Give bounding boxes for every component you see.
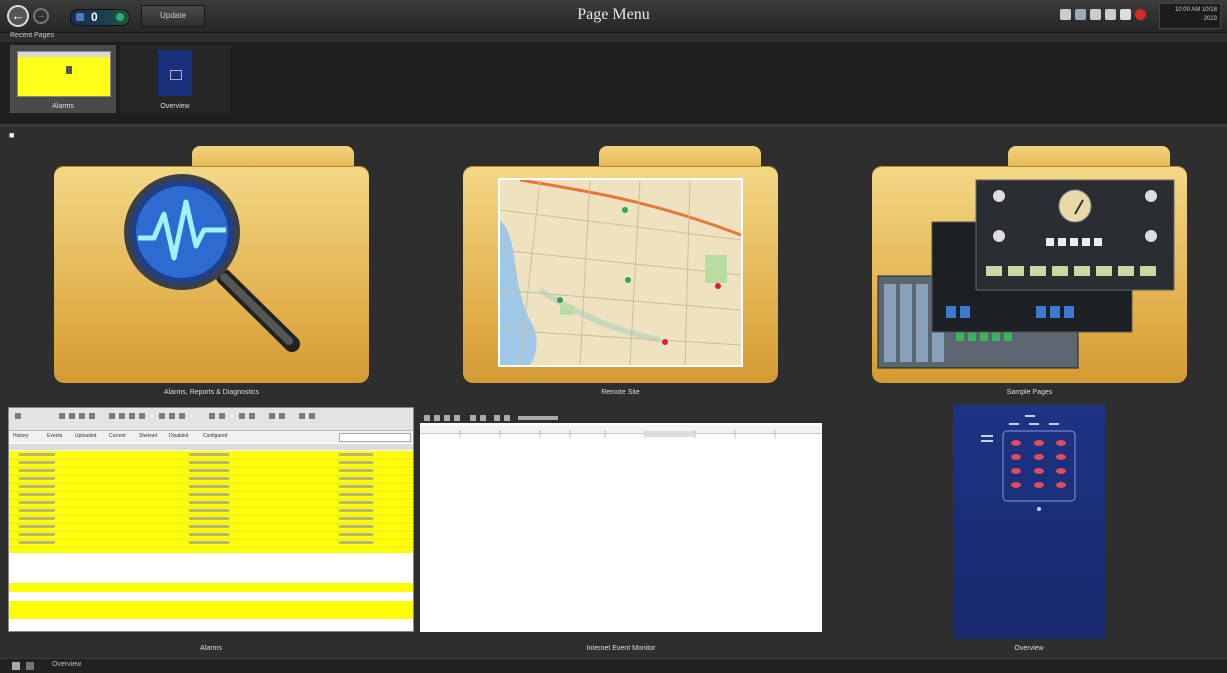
grid-view-icon[interactable] [12,662,20,670]
tab-events[interactable]: Events [47,433,62,439]
folder-label: Alarms, Reports & Diagnostics [164,389,259,396]
control-panel-icon [877,179,1175,369]
recent-item-overview[interactable]: Overview [120,45,230,113]
home-icon[interactable]: ■ [9,131,18,140]
list-view-icon[interactable] [26,662,34,670]
folder-sample-pages[interactable] [872,146,1187,383]
page-card-alarms[interactable]: History Events Uploaded Current Shelved … [8,407,414,632]
tab-disabled[interactable]: Disabled [169,433,188,439]
map-icon [498,178,743,367]
search-input[interactable] [339,433,411,442]
page-card-label: Internet Event Monitor [586,645,656,652]
clock-date: 2023 [1203,16,1217,22]
power-icon[interactable] [1135,9,1146,20]
title-bar: ← → 0 Update Page Menu 10:00 AM 10/18 20… [0,0,1227,33]
status-page-label[interactable]: Overview [52,661,81,668]
table-header [9,444,413,450]
recent-item-label: Overview [160,103,190,110]
folder-alarms-reports[interactable] [54,146,369,383]
bell-icon [66,66,72,74]
tab-current[interactable]: Current [109,433,126,439]
recent-item-alarms[interactable]: Alarms [10,45,116,113]
magnifier-icon [124,174,300,352]
tab-shelved[interactable]: Shelved [139,433,157,439]
page-card-label: Alarms [200,645,222,652]
recent-item-label: Alarms [52,103,74,110]
display-icon[interactable] [1060,9,1071,20]
event-table-header [420,425,822,438]
alarms-thumbnail [17,51,111,97]
clock: 10:00 AM 10/18 2023 [1159,3,1221,29]
status-bar: Overview [0,658,1227,673]
zoom-icon[interactable] [1090,9,1101,20]
tab-history[interactable]: History [13,433,29,439]
page-card-overview[interactable] [953,405,1105,639]
page-card-label: Overview [1014,645,1044,652]
tab-uploaded[interactable]: Uploaded [75,433,96,439]
pen-icon[interactable] [1075,9,1086,20]
folder-label: Remote Site [601,389,640,396]
alarm-table [9,451,413,619]
event-toolbar [420,411,822,423]
overview-thumbnail [158,50,192,96]
recent-pages-label: Recent Pages [10,32,54,39]
clock-time: 10:00 AM 10/18 [1174,7,1217,13]
user-icon[interactable] [1120,9,1131,20]
alarm-toolbar [9,408,413,431]
alarm-tabs: History Events Uploaded Current Shelved … [9,431,413,443]
folder-label: Sample Pages [1006,389,1053,396]
device-icon [170,70,182,80]
divider [0,124,1227,127]
settings-icon[interactable] [1105,9,1116,20]
page-title: Page Menu [577,6,650,23]
tab-configured[interactable]: Configured [203,433,227,439]
page-card-internet-event-monitor[interactable] [420,411,822,632]
